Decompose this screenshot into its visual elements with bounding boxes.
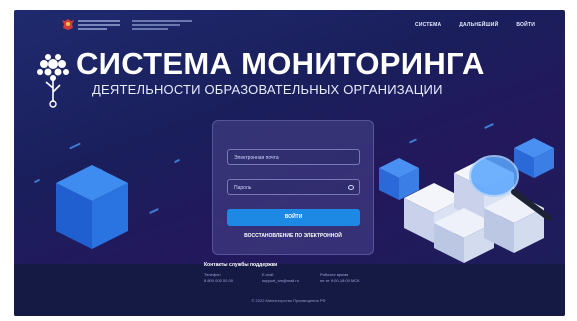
username-input[interactable]: Электронная почта	[227, 149, 360, 165]
login-button[interactable]: ВОЙТИ	[227, 209, 360, 226]
footer-hours: Рабочее время пн-пт 9:00-18:00 МСК	[320, 272, 360, 284]
page-subtitle: ДЕЯТЕЛЬНОСТИ ОБРАЗОВАТЕЛЬНЫХ ОРГАНИЗАЦИИ	[92, 82, 443, 97]
nav-item-more[interactable]: ДАЛЬНЕЙШИЙ	[459, 22, 498, 28]
tree-logo-icon	[37, 54, 69, 108]
login-panel: Электронная почта Пароль ВОЙТИ ВОССТАНОВ…	[212, 120, 374, 255]
password-input[interactable]: Пароль	[227, 179, 360, 195]
emblem-icon	[62, 19, 74, 30]
password-placeholder: Пароль	[234, 185, 252, 191]
decor-dash	[173, 158, 181, 164]
footer-phone-value[interactable]: 8 800 000 00 00	[204, 278, 233, 284]
page-title: СИСТЕМА МОНИТОРИНГА	[76, 46, 485, 81]
cube-stack-illustration	[379, 138, 554, 263]
forgot-password-link[interactable]: ВОССТАНОВЛЕНИЕ ПО ЭЛЕКТРОННОЙ	[213, 233, 373, 239]
footer-email: E-mail support_sm@mail.ru	[262, 272, 299, 284]
footer-email-value[interactable]: support_sm@mail.ru	[262, 278, 299, 284]
footer-hours-value: пн-пт 9:00-18:00 МСК	[320, 278, 360, 283]
top-nav: СИСТЕМА ДАЛЬНЕЙШИЙ ВОЙТИ	[415, 22, 535, 28]
nav-item-system[interactable]: СИСТЕМА	[415, 22, 441, 28]
ministry-logo[interactable]	[132, 20, 192, 30]
footer-copyright: © 2022 Министерство Просвещения РФ	[251, 298, 326, 303]
decor-dash	[149, 207, 159, 215]
decor-dash	[69, 142, 81, 150]
footer-support-title: Контакты службы поддержки	[204, 262, 278, 268]
page-frame: СИСТЕМА ДАЛЬНЕЙШИЙ ВОЙТИ СИСТЕМА МОНИТОР…	[14, 10, 565, 316]
nav-item-login[interactable]: ВОЙТИ	[516, 22, 535, 28]
show-password-icon[interactable]	[348, 185, 354, 190]
gov-logo-text[interactable]	[78, 20, 120, 30]
cube-illustration	[56, 165, 128, 249]
top-bar: СИСТЕМА ДАЛЬНЕЙШИЙ ВОЙТИ	[14, 10, 565, 38]
decor-dash	[33, 178, 41, 184]
footer-phone: Телефон 8 800 000 00 00	[204, 272, 233, 284]
